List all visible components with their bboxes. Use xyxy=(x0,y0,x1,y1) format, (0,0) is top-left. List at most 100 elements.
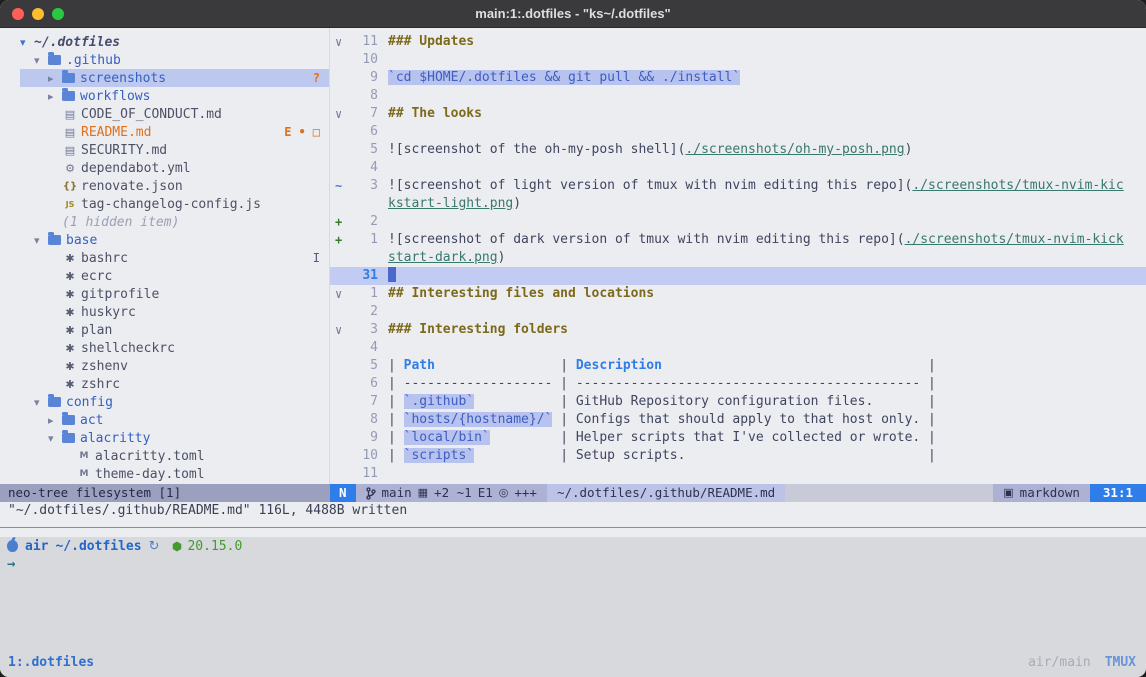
chevron-down-icon[interactable]: ▾ xyxy=(48,432,59,445)
tree-item-label: zshrc xyxy=(81,377,120,392)
shell-cursor-line[interactable]: → xyxy=(7,555,1146,573)
tmux-statusbar-right: air/main TMUX xyxy=(1028,654,1136,672)
tree-item[interactable]: ▾~/.dotfiles xyxy=(0,33,329,51)
gutter-blank xyxy=(330,141,350,159)
tree-item[interactable]: ▤CODE_OF_CONDUCT.md xyxy=(0,105,329,123)
editor-line[interactable]: 5![screenshot of the oh-my-posh shell](.… xyxy=(330,141,1146,159)
editor-line[interactable]: 6| ------------------- | ---------------… xyxy=(330,375,1146,393)
editor-buffer[interactable]: ∨11### Updates 10 9`cd $HOME/.dotfiles &… xyxy=(330,28,1146,484)
editor-line[interactable]: 9| `local/bin` | Helper scripts that I'v… xyxy=(330,429,1146,447)
tree-item[interactable]: Mtheme-day.toml xyxy=(0,465,329,483)
gutter-sign: ∨ xyxy=(330,105,350,123)
chevron-right-icon[interactable]: ▸ xyxy=(48,414,59,427)
shell-file-icon: ✱ xyxy=(62,306,78,319)
tree-item[interactable]: ▾ .github xyxy=(0,51,329,69)
editor-line[interactable]: 2 xyxy=(330,303,1146,321)
tree-item[interactable]: ▸workflows xyxy=(0,87,329,105)
tree-item[interactable]: ✱zshrc xyxy=(0,375,329,393)
tree-item[interactable]: ⚙dependabot.yml xyxy=(0,159,329,177)
chevron-down-icon[interactable]: ▾ xyxy=(34,396,45,409)
tree-item[interactable]: ▤README.mdE•□ xyxy=(0,123,329,141)
gutter-blank xyxy=(330,267,350,285)
fullscreen-button[interactable] xyxy=(52,8,64,20)
tmux-pane-border[interactable] xyxy=(0,527,1146,528)
nvim-filler xyxy=(0,520,1146,527)
editor-line[interactable]: 10| `scripts` | Setup scripts. | xyxy=(330,447,1146,465)
gutter-blank xyxy=(330,447,350,465)
tree-item-label: SECURITY.md xyxy=(81,143,167,158)
editor-line[interactable]: 7| `.github` | GitHub Repository configu… xyxy=(330,393,1146,411)
statusline-filepath: ~/.dotfiles/.github/README.md xyxy=(547,484,785,502)
json-file-icon: {} xyxy=(62,181,78,192)
editor-line[interactable]: 10 xyxy=(330,51,1146,69)
editor-line[interactable]: ∨7 ## The looks xyxy=(330,105,1146,123)
editor-line[interactable]: start-dark.png) xyxy=(330,249,1146,267)
editor-line[interactable]: 4 xyxy=(330,339,1146,357)
editor-line[interactable]: kstart-light.png) xyxy=(330,195,1146,213)
gutter-blank xyxy=(330,357,350,375)
folder-icon xyxy=(62,73,75,83)
chevron-down-icon[interactable]: ▾ xyxy=(34,54,45,67)
js-file-icon: JS xyxy=(62,200,78,209)
tree-item[interactable]: (1 hidden item) xyxy=(0,213,329,231)
tree-item[interactable]: ▤SECURITY.md xyxy=(0,141,329,159)
tree-item[interactable]: ✱shellcheckrc xyxy=(0,339,329,357)
tmux-window-tab[interactable]: 1:.dotfiles xyxy=(8,654,94,672)
tree-item[interactable]: ✱plan xyxy=(0,321,329,339)
editor-line[interactable]: ∨3 ### Interesting folders xyxy=(330,321,1146,339)
line-text xyxy=(388,465,1146,483)
tree-item[interactable]: ✱ecrc xyxy=(0,267,329,285)
editor-line[interactable]: ∨1## Interesting files and locations xyxy=(330,285,1146,303)
line-number: 10 xyxy=(350,447,378,465)
editor-line[interactable]: 8 xyxy=(330,87,1146,105)
editor-line[interactable]: 8| `hosts/{hostname}/` | Configs that sh… xyxy=(330,411,1146,429)
buffer-flags: +++ xyxy=(514,484,537,502)
tree-item[interactable]: {}renovate.json xyxy=(0,177,329,195)
editor-line[interactable]: +1![screenshot of dark version of tmux w… xyxy=(330,231,1146,249)
tree-item[interactable]: ✱bashrcI xyxy=(0,249,329,267)
editor-line[interactable]: 4 xyxy=(330,159,1146,177)
tree-item[interactable]: ▾base xyxy=(0,231,329,249)
editor-line[interactable]: ~3![screenshot of light version of tmux … xyxy=(330,177,1146,195)
editor-line[interactable]: 9`cd $HOME/.dotfiles && git pull && ./in… xyxy=(330,69,1146,87)
editor-line[interactable]: 31 xyxy=(330,267,1146,285)
close-button[interactable] xyxy=(12,8,24,20)
yml-file-icon: ⚙ xyxy=(62,162,78,175)
line-number: 2 xyxy=(350,213,378,231)
editor-line[interactable]: +2 xyxy=(330,213,1146,231)
tree-item[interactable]: Malacritty.toml xyxy=(0,447,329,465)
tree-item[interactable]: ▸screenshots? xyxy=(0,69,329,87)
chevron-down-icon[interactable]: ▾ xyxy=(34,234,45,247)
line-number: 7 xyxy=(350,105,378,123)
line-number: 3 xyxy=(350,321,378,339)
editor-line[interactable]: ∨11### Updates xyxy=(330,33,1146,51)
line-text: ![screenshot of the oh-my-posh shell](./… xyxy=(388,141,1146,159)
shell-pane[interactable]: air ~/.dotfiles ↻ 20.15.0 → 1:.dotfiles … xyxy=(0,537,1146,677)
tree-item[interactable]: ✱zshenv xyxy=(0,357,329,375)
git-status-badge: I xyxy=(313,251,320,265)
tree-item[interactable]: ✱huskyrc xyxy=(0,303,329,321)
line-text: ## The looks xyxy=(388,105,1146,123)
gutter-blank xyxy=(330,249,350,267)
shell-file-icon: ✱ xyxy=(62,252,78,265)
chevron-right-icon[interactable]: ▸ xyxy=(48,72,59,85)
apple-icon xyxy=(7,540,18,552)
editor-line[interactable]: 11 xyxy=(330,465,1146,483)
tree-item[interactable]: JStag-changelog-config.js xyxy=(0,195,329,213)
tree-item[interactable]: ▸act xyxy=(0,411,329,429)
tree-item[interactable]: ✱gitprofile xyxy=(0,285,329,303)
minimize-button[interactable] xyxy=(32,8,44,20)
tree-item[interactable]: ▾alacritty xyxy=(0,429,329,447)
line-number: 11 xyxy=(350,33,378,51)
tree-item-label: .github xyxy=(66,53,121,68)
line-number: 6 xyxy=(350,123,378,141)
neotree-panel: ▾~/.dotfiles▾.github▸screenshots?▸workfl… xyxy=(0,28,330,484)
chevron-right-icon[interactable]: ▸ xyxy=(48,90,59,103)
tree-item[interactable]: ▾config xyxy=(0,393,329,411)
editor-line[interactable]: 5| Path | Description | xyxy=(330,357,1146,375)
line-number: 1 xyxy=(350,285,378,303)
line-text: ### Interesting folders xyxy=(388,321,1146,339)
chevron-down-icon[interactable]: ▾ xyxy=(20,36,31,49)
gutter-sign: ∨ xyxy=(330,321,350,339)
editor-line[interactable]: 6 xyxy=(330,123,1146,141)
